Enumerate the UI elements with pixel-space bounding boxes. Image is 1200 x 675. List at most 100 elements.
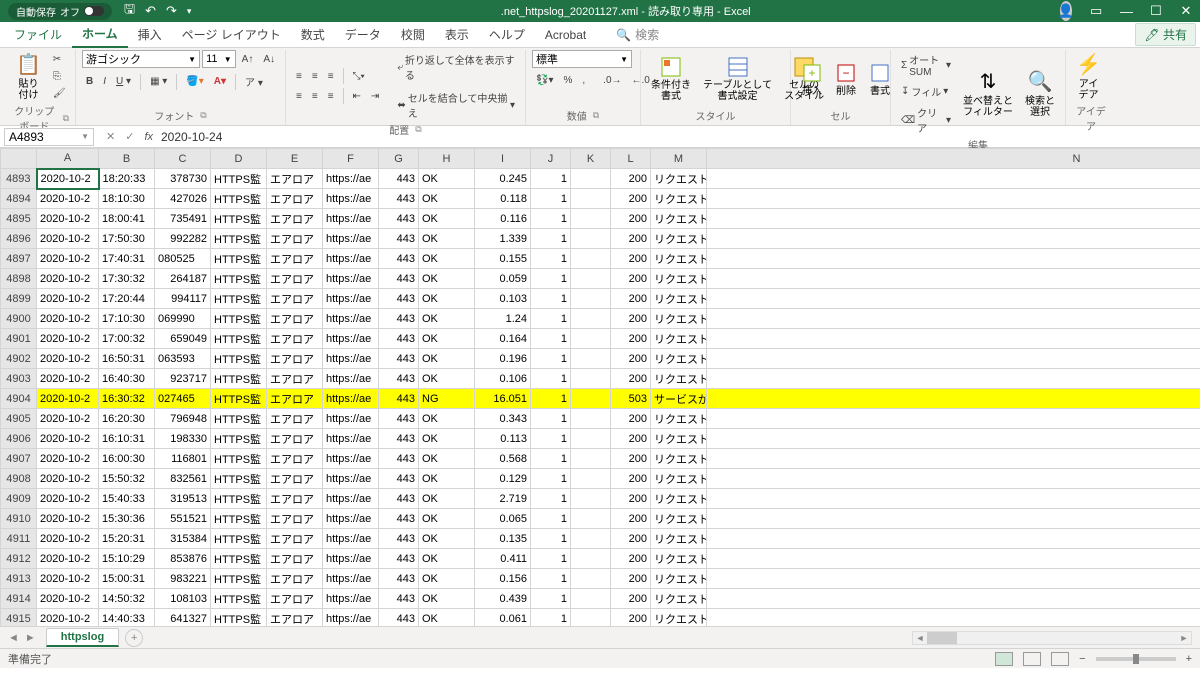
cell[interactable]: 15:20:31: [99, 529, 155, 549]
cell[interactable]: OK: [419, 489, 475, 509]
cell[interactable]: 641327: [155, 609, 211, 627]
row-header[interactable]: 4894: [1, 189, 37, 209]
percent-format-icon[interactable]: %: [559, 73, 576, 88]
cell[interactable]: https://ae: [323, 409, 379, 429]
cell[interactable]: [707, 509, 1200, 529]
cell[interactable]: 443: [379, 309, 419, 329]
new-sheet-button[interactable]: +: [125, 629, 143, 647]
cell[interactable]: エアロア: [267, 489, 323, 509]
cell[interactable]: 16.051: [475, 389, 531, 409]
cell[interactable]: 0.156: [475, 569, 531, 589]
cell[interactable]: 2020-10-2: [37, 309, 99, 329]
cell[interactable]: OK: [419, 369, 475, 389]
cell[interactable]: リクエストは、成功しました。: [651, 469, 707, 489]
cell[interactable]: 1: [531, 569, 571, 589]
user-avatar[interactable]: 👤: [1060, 1, 1072, 21]
cell[interactable]: [571, 369, 611, 389]
cell[interactable]: 0.411: [475, 549, 531, 569]
font-color-button[interactable]: A▾: [210, 74, 230, 89]
cell[interactable]: HTTPS監: [211, 409, 267, 429]
cell[interactable]: 2020-10-2: [37, 329, 99, 349]
cell[interactable]: エアロア: [267, 229, 323, 249]
row-header[interactable]: 4901: [1, 329, 37, 349]
cell[interactable]: 2020-10-2: [37, 169, 99, 189]
cell[interactable]: 1: [531, 449, 571, 469]
align-center-icon[interactable]: ≡: [308, 89, 322, 104]
cell[interactable]: 796948: [155, 409, 211, 429]
cell[interactable]: 2020-10-2: [37, 229, 99, 249]
cell[interactable]: エアロア: [267, 469, 323, 489]
cell[interactable]: リクエストは、成功しました。: [651, 449, 707, 469]
cell[interactable]: リクエストは、成功しました。: [651, 249, 707, 269]
scroll-thumb[interactable]: [927, 632, 957, 644]
cell[interactable]: 2020-10-2: [37, 349, 99, 369]
cell[interactable]: 551521: [155, 509, 211, 529]
row-header[interactable]: 4902: [1, 349, 37, 369]
cell[interactable]: HTTPS監: [211, 449, 267, 469]
cell[interactable]: 2.719: [475, 489, 531, 509]
cell[interactable]: 17:00:32: [99, 329, 155, 349]
cell[interactable]: エアロア: [267, 369, 323, 389]
cell[interactable]: 200: [611, 529, 651, 549]
cell[interactable]: https://ae: [323, 229, 379, 249]
row-header[interactable]: 4904: [1, 389, 37, 409]
cell[interactable]: [571, 589, 611, 609]
cell[interactable]: OK: [419, 349, 475, 369]
cell[interactable]: 0.118: [475, 189, 531, 209]
cell[interactable]: 1: [531, 509, 571, 529]
cell[interactable]: 200: [611, 489, 651, 509]
cell[interactable]: OK: [419, 569, 475, 589]
cell[interactable]: 1: [531, 269, 571, 289]
row-header[interactable]: 4896: [1, 229, 37, 249]
cell[interactable]: https://ae: [323, 189, 379, 209]
column-header[interactable]: N: [707, 149, 1200, 169]
cell[interactable]: 2020-10-2: [37, 189, 99, 209]
cell[interactable]: [707, 269, 1200, 289]
cell[interactable]: 200: [611, 589, 651, 609]
column-header[interactable]: G: [379, 149, 419, 169]
zoom-in-icon[interactable]: +: [1186, 653, 1192, 665]
cell[interactable]: エアロア: [267, 289, 323, 309]
cell[interactable]: 198330: [155, 429, 211, 449]
cell[interactable]: HTTPS監: [211, 249, 267, 269]
row-header[interactable]: 4897: [1, 249, 37, 269]
tab-insert[interactable]: 挿入: [128, 22, 172, 47]
cell[interactable]: [571, 609, 611, 627]
cancel-formula-icon[interactable]: ✕: [106, 130, 115, 143]
tab-page-layout[interactable]: ページ レイアウト: [172, 22, 291, 47]
increase-indent-icon[interactable]: ⇥: [367, 89, 383, 104]
cell[interactable]: [707, 329, 1200, 349]
cell[interactable]: 832561: [155, 469, 211, 489]
cell[interactable]: 443: [379, 469, 419, 489]
align-middle-icon[interactable]: ≡: [308, 69, 322, 84]
cell[interactable]: 1: [531, 549, 571, 569]
cell[interactable]: リクエストは、成功しました。: [651, 409, 707, 429]
cell[interactable]: 2020-10-2: [37, 549, 99, 569]
ribbon-display-icon[interactable]: ▭: [1090, 3, 1102, 19]
cell[interactable]: [707, 189, 1200, 209]
cell[interactable]: 200: [611, 349, 651, 369]
cell[interactable]: 14:40:33: [99, 609, 155, 627]
cell[interactable]: [571, 469, 611, 489]
cell[interactable]: 1: [531, 609, 571, 627]
cell[interactable]: 853876: [155, 549, 211, 569]
close-button[interactable]: ✕: [1180, 3, 1192, 19]
cell[interactable]: 200: [611, 329, 651, 349]
cell[interactable]: 17:50:30: [99, 229, 155, 249]
cell[interactable]: https://ae: [323, 349, 379, 369]
decrease-font-icon[interactable]: A↓: [259, 52, 279, 67]
undo-icon[interactable]: ↶: [145, 3, 156, 19]
cell[interactable]: [707, 209, 1200, 229]
cell[interactable]: 1: [531, 169, 571, 189]
sheet-tab-active[interactable]: httpslog: [46, 628, 119, 647]
cell[interactable]: リクエストは、成功しました。: [651, 369, 707, 389]
cell[interactable]: 0.164: [475, 329, 531, 349]
cell[interactable]: OK: [419, 549, 475, 569]
cell[interactable]: 443: [379, 589, 419, 609]
cell[interactable]: 0.106: [475, 369, 531, 389]
cell[interactable]: 443: [379, 609, 419, 627]
cell[interactable]: https://ae: [323, 249, 379, 269]
page-layout-view-icon[interactable]: [1023, 652, 1041, 666]
column-header[interactable]: H: [419, 149, 475, 169]
cell[interactable]: 443: [379, 269, 419, 289]
